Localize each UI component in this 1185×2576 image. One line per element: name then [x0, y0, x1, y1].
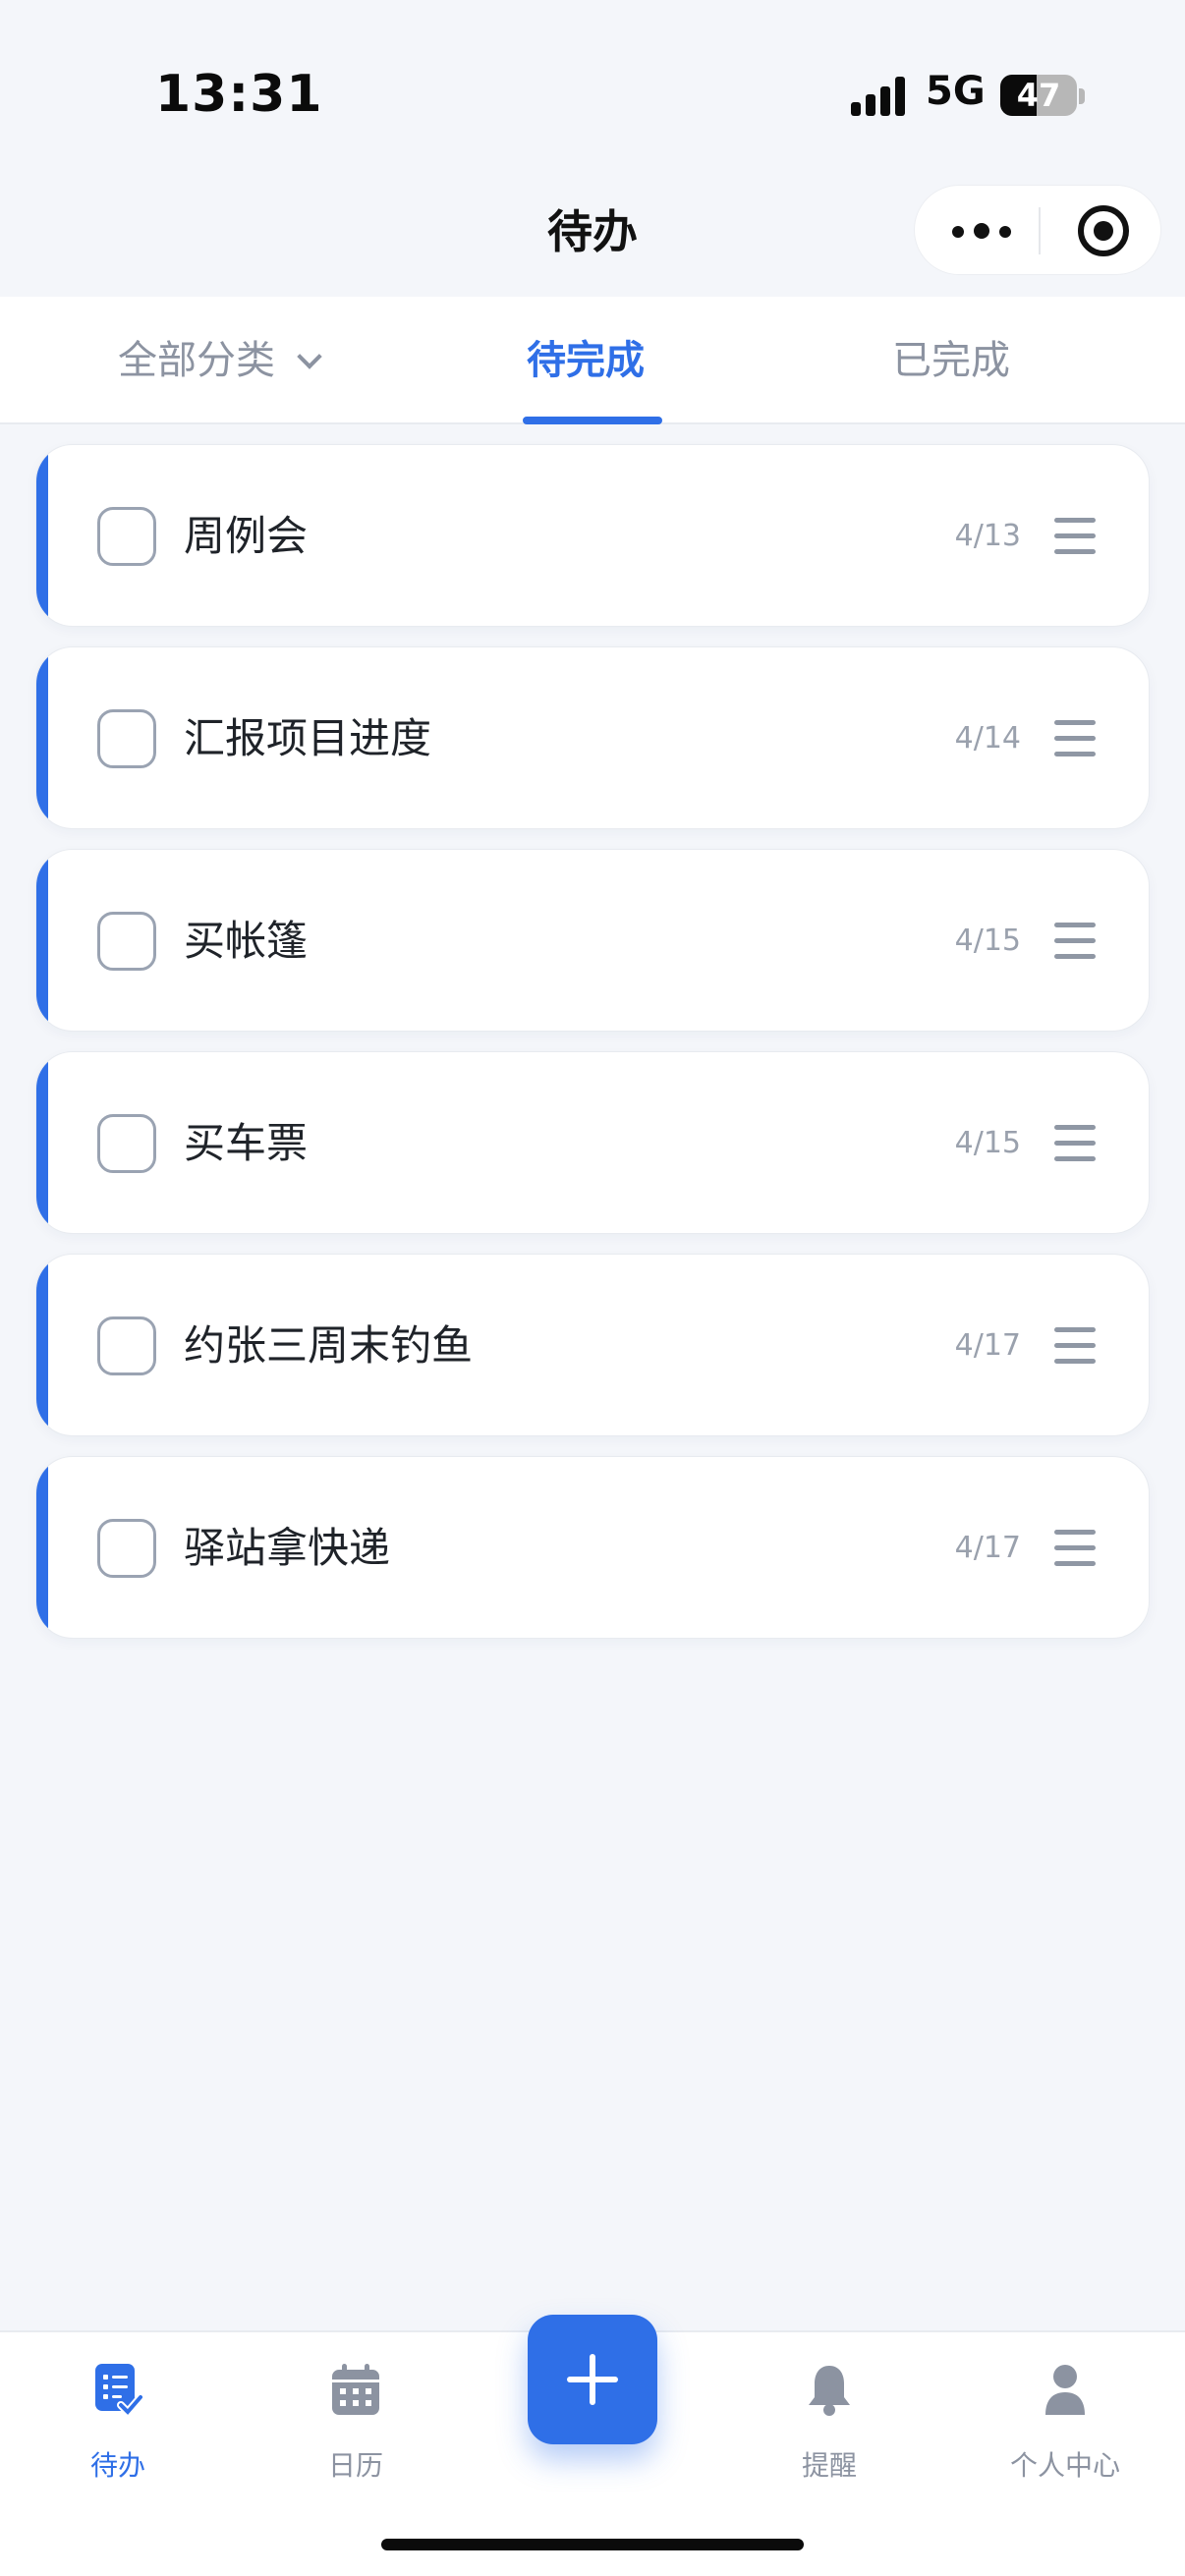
tabbar-label: 个人中心	[1009, 2449, 1120, 2482]
battery-percentage: 47	[1016, 77, 1061, 114]
tab-pending[interactable]: 待完成	[527, 297, 645, 424]
todo-page: 13:31 5G 47 待办 全部分类 待完成 已完成 周例会 4/13 汇报项…	[0, 0, 1185, 2576]
category-dropdown-label: 全部分类	[118, 338, 275, 383]
todo-accent-bar	[36, 850, 48, 1031]
chevron-down-icon	[297, 344, 322, 369]
tabbar-item-profile[interactable]: 个人中心	[967, 2350, 1163, 2482]
signal-icon	[851, 77, 906, 116]
drag-handle-icon[interactable]	[1054, 720, 1096, 757]
more-icon[interactable]	[936, 186, 1029, 276]
todo-item[interactable]: 周例会 4/13	[35, 444, 1150, 627]
todo-date: 4/15	[954, 924, 1021, 958]
todo-title: 周例会	[184, 512, 309, 560]
network-type: 5G	[926, 69, 986, 114]
drag-handle-icon[interactable]	[1054, 1530, 1096, 1567]
close-target-icon[interactable]	[1078, 205, 1129, 256]
tabbar-item-todo[interactable]: 待办	[20, 2350, 216, 2482]
todo-item[interactable]: 约张三周末钓鱼 4/17	[35, 1254, 1150, 1436]
todo-checkbox[interactable]	[97, 1114, 156, 1173]
todo-date: 4/14	[954, 721, 1021, 756]
todo-title: 买车票	[184, 1119, 309, 1167]
battery-icon: 47	[1000, 75, 1077, 116]
add-todo-button[interactable]	[528, 2315, 657, 2444]
todo-date: 4/17	[954, 1531, 1021, 1565]
tabbar-item-calendar[interactable]: 日历	[257, 2350, 454, 2482]
drag-handle-icon[interactable]	[1054, 1125, 1096, 1162]
todo-title: 汇报项目进度	[184, 714, 432, 762]
drag-handle-icon[interactable]	[1054, 518, 1096, 555]
mini-program-capsule	[914, 185, 1161, 275]
status-time: 13:31	[155, 65, 323, 124]
tabbar-item-reminder[interactable]: 提醒	[731, 2350, 928, 2482]
capsule-divider	[1039, 207, 1041, 254]
todo-accent-bar	[36, 1457, 48, 1638]
battery-nub	[1079, 88, 1085, 104]
tabbar-label: 日历	[327, 2449, 383, 2482]
todo-accent-bar	[36, 1052, 48, 1233]
todo-list: 周例会 4/13 汇报项目进度 4/14 买帐篷 4/15 买车票 4/15 约…	[35, 444, 1150, 1658]
todo-item[interactable]: 买帐篷 4/15	[35, 849, 1150, 1032]
todo-accent-bar	[36, 1255, 48, 1435]
calendar-icon	[332, 2364, 379, 2415]
todo-title: 驿站拿快递	[184, 1524, 391, 1572]
todo-checkbox[interactable]	[97, 1316, 156, 1375]
todo-checkbox[interactable]	[97, 507, 156, 566]
todo-item[interactable]: 买车票 4/15	[35, 1051, 1150, 1234]
category-dropdown[interactable]: 全部分类	[118, 297, 322, 424]
tabbar-label: 提醒	[801, 2449, 857, 2482]
tabbar-label: 待办	[89, 2449, 145, 2482]
user-icon	[1045, 2365, 1085, 2415]
todo-item[interactable]: 汇报项目进度 4/14	[35, 646, 1150, 829]
todo-checkbox[interactable]	[97, 1519, 156, 1578]
bell-icon	[809, 2366, 850, 2416]
todo-checkbox[interactable]	[97, 912, 156, 971]
todo-accent-bar	[36, 445, 48, 626]
home-indicator	[381, 2539, 804, 2550]
todo-date: 4/13	[954, 519, 1021, 553]
status-bar: 13:31 5G 47	[0, 0, 1185, 177]
filter-tabs: 全部分类 待完成 已完成	[0, 297, 1185, 424]
todo-title: 买帐篷	[184, 917, 309, 965]
drag-handle-icon[interactable]	[1054, 1327, 1096, 1365]
todo-title: 约张三周末钓鱼	[184, 1321, 474, 1370]
todo-date: 4/17	[954, 1328, 1021, 1363]
todo-list-icon	[95, 2364, 142, 2417]
tab-done[interactable]: 已完成	[892, 297, 1010, 424]
drag-handle-icon[interactable]	[1054, 923, 1096, 960]
todo-item[interactable]: 驿站拿快递 4/17	[35, 1456, 1150, 1639]
todo-checkbox[interactable]	[97, 709, 156, 768]
active-tab-indicator	[523, 417, 662, 424]
todo-date: 4/15	[954, 1126, 1021, 1160]
todo-accent-bar	[36, 647, 48, 828]
